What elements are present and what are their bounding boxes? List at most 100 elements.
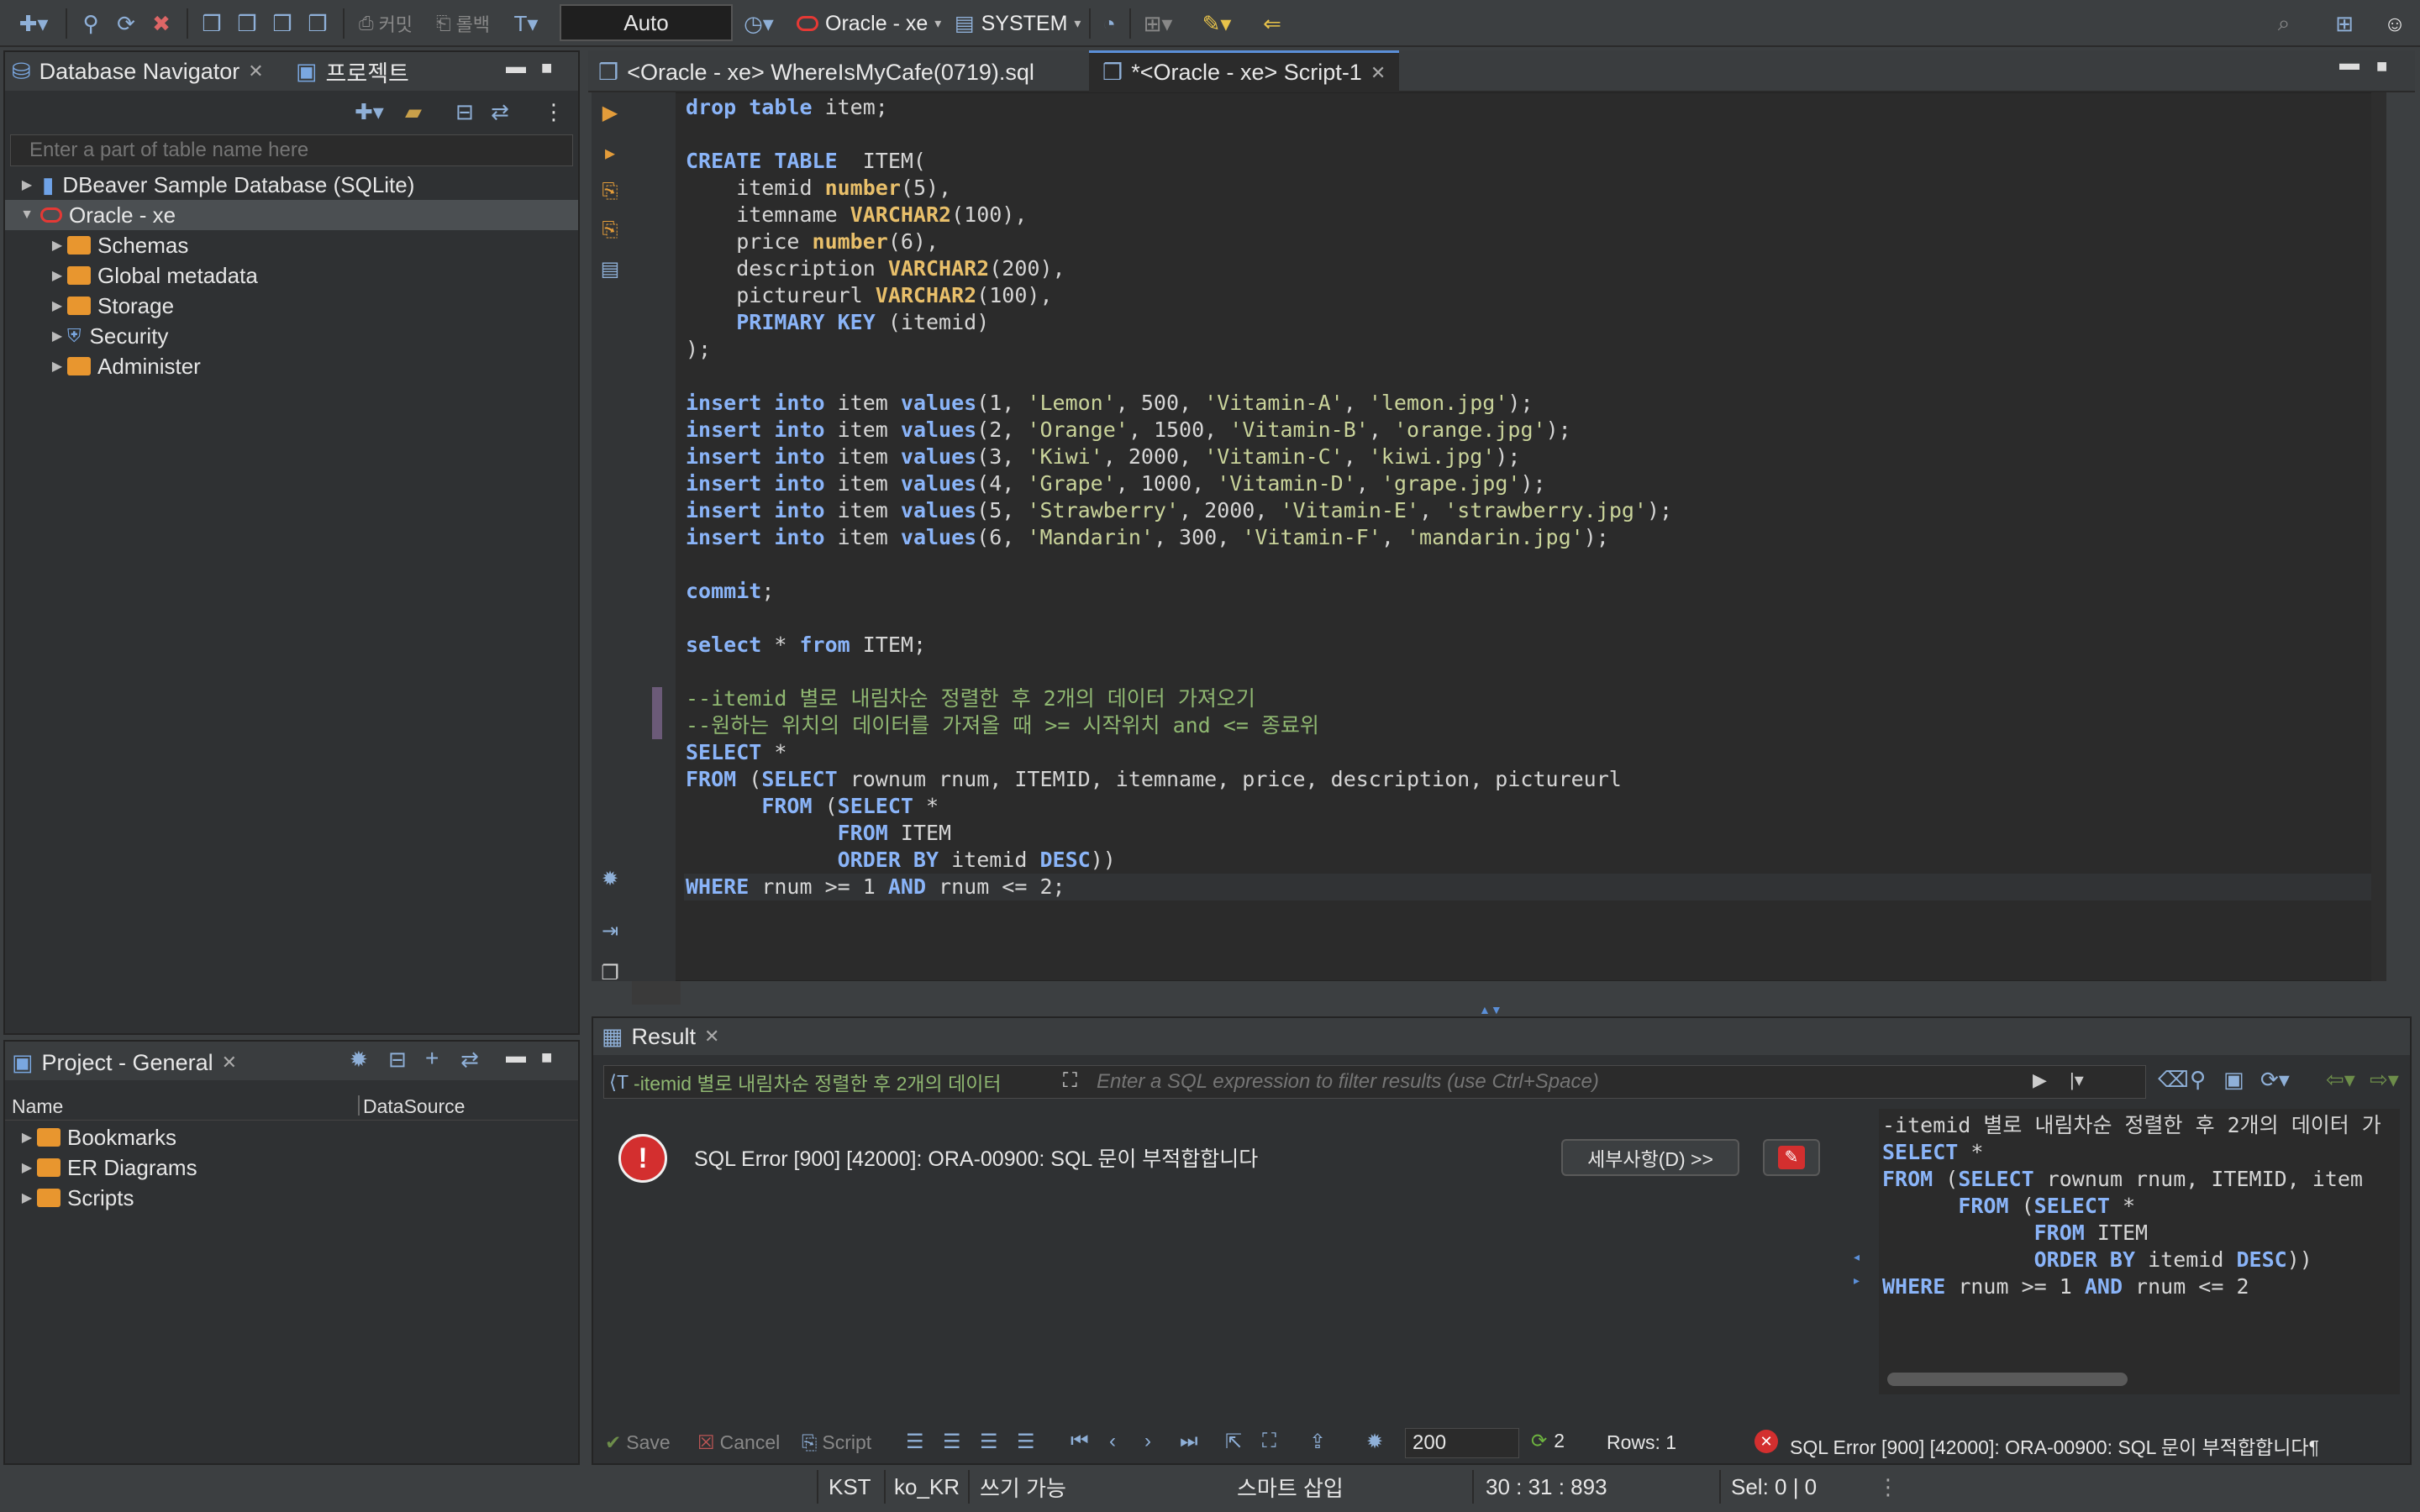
tree-item-oracle-xe[interactable]: ▼ Oracle - xe bbox=[5, 200, 578, 230]
close-icon[interactable]: ✕ bbox=[704, 1026, 719, 1047]
splitter-arrows-icon[interactable]: ◂ ▸ bbox=[1854, 1245, 1860, 1292]
rollback-button[interactable]: ⎗ 롤백 bbox=[429, 5, 497, 42]
new-connection-icon[interactable]: ✚▾ bbox=[10, 5, 57, 42]
expand-icon[interactable]: ▶ bbox=[17, 1189, 37, 1206]
active-schema-selector[interactable]: ▤ SYSTEM ▾ bbox=[955, 7, 1081, 40]
collapse-all-icon[interactable]: ⊟ bbox=[388, 1047, 407, 1073]
maximize-icon[interactable]: ■ bbox=[541, 1047, 552, 1068]
refresh-mode-icon[interactable]: ⟳▾ bbox=[2260, 1067, 2290, 1093]
delete-row-icon[interactable]: ☰ bbox=[1017, 1430, 1035, 1454]
tree-item-security[interactable]: ▶ ⛨ Security bbox=[47, 321, 169, 351]
script-button[interactable]: ⎘ Script bbox=[802, 1431, 871, 1454]
filter-icon[interactable]: ⚲ bbox=[2190, 1067, 2206, 1093]
minimize-icon[interactable]: ▬ bbox=[2339, 52, 2360, 76]
export-icon[interactable]: ⇪ bbox=[1309, 1430, 1326, 1454]
history-icon[interactable]: ◷▾ bbox=[738, 5, 780, 42]
edit-icon[interactable]: ✎▾ bbox=[1193, 5, 1240, 42]
recent-script-icon[interactable]: ❒ bbox=[301, 5, 334, 42]
minimize-icon[interactable]: ▬ bbox=[506, 55, 526, 79]
configure-icon[interactable]: ✹ bbox=[350, 1047, 368, 1073]
result-filter-input[interactable] bbox=[1097, 1068, 2029, 1096]
column-datasource[interactable]: DataSource bbox=[363, 1095, 465, 1118]
refresh-button[interactable]: ⟳ 2 bbox=[1531, 1430, 1565, 1452]
commit-button[interactable]: ⎙ 커밋 bbox=[351, 5, 420, 42]
execute-statement-icon[interactable]: ▶ bbox=[598, 101, 622, 124]
tree-item-bookmarks[interactable]: ▶ Bookmarks bbox=[17, 1122, 176, 1152]
link-editor-icon[interactable]: ⇄ bbox=[491, 99, 509, 125]
save-button[interactable]: ✔ Save bbox=[605, 1431, 671, 1454]
execute-script-new-tab-icon[interactable]: ⎘ bbox=[598, 218, 622, 242]
cancel-button[interactable]: ☒ Cancel bbox=[697, 1431, 780, 1454]
erase-filter-icon[interactable]: ⌫ bbox=[2158, 1067, 2189, 1093]
back-icon[interactable]: ⇦▾ bbox=[2326, 1067, 2355, 1093]
reconnect-icon[interactable]: ⟳ bbox=[109, 5, 143, 42]
preview-horizontal-scrollbar[interactable] bbox=[1887, 1373, 2128, 1386]
status-menu-icon[interactable]: ⋮ bbox=[1877, 1467, 1899, 1507]
dashboard-icon[interactable]: ◔ bbox=[1092, 5, 1126, 42]
fetch-next-icon[interactable]: ⇱ bbox=[1225, 1430, 1242, 1454]
maximize-icon[interactable]: ■ bbox=[541, 57, 552, 79]
tab-database-navigator[interactable]: ⛁ Database Navigator ✕ bbox=[12, 57, 264, 86]
connect-icon[interactable]: ⚲ bbox=[74, 5, 108, 42]
editor-vertical-scrollbar[interactable] bbox=[2371, 92, 2386, 981]
execute-script-icon[interactable]: ⎘ bbox=[598, 180, 622, 203]
close-icon[interactable]: ✕ bbox=[1370, 62, 1386, 84]
tab-script-1[interactable]: ❒ *<Oracle - xe> Script-1 ✕ bbox=[1089, 50, 1400, 92]
open-perspective-icon[interactable]: ⊞ bbox=[2328, 5, 2361, 42]
disconnect-icon[interactable]: ✖ bbox=[145, 5, 178, 42]
forward-icon[interactable]: ⇨▾ bbox=[2370, 1067, 2399, 1093]
sql-code[interactable]: drop table item; CREATE TABLE ITEM( item… bbox=[686, 94, 1672, 900]
close-icon[interactable]: ✕ bbox=[248, 60, 263, 82]
previous-page-icon[interactable]: ‹ bbox=[1109, 1430, 1116, 1453]
collapse-icon[interactable]: ▼ bbox=[17, 207, 37, 223]
expand-filter-icon[interactable]: ⛶ bbox=[1063, 1069, 1077, 1093]
tree-item-storage[interactable]: ▶ Storage bbox=[47, 291, 174, 321]
new-connection-icon[interactable]: ✚▾ bbox=[355, 99, 384, 125]
panel-splitter[interactable]: ▲▼ bbox=[1479, 1003, 1502, 1016]
column-name[interactable]: Name bbox=[12, 1095, 63, 1118]
copy-error-button[interactable]: ✎ bbox=[1763, 1139, 1820, 1176]
first-page-icon[interactable]: ⏮ bbox=[1071, 1430, 1089, 1453]
editor-horizontal-scrollbar[interactable] bbox=[632, 981, 681, 1005]
tree-item-scripts[interactable]: ▶ Scripts bbox=[17, 1183, 134, 1213]
view-menu-icon[interactable]: ⋮ bbox=[543, 99, 565, 125]
tree-item-global-metadata[interactable]: ▶ Global metadata bbox=[47, 260, 258, 291]
tools-icon[interactable]: ⊞▾ bbox=[1134, 5, 1181, 42]
minimize-icon[interactable]: ▬ bbox=[506, 1045, 526, 1068]
active-connection-selector[interactable]: Oracle - xe ▾ bbox=[797, 7, 941, 40]
maximize-icon[interactable]: ■ bbox=[2376, 55, 2387, 77]
query-chip[interactable]: ⟨T -itemid 별로 내림차순 정렬한 후 2개의 데이터 bbox=[604, 1066, 1058, 1098]
export-icon[interactable]: ⇥ bbox=[598, 919, 622, 942]
explain-plan-icon[interactable]: ▤ bbox=[598, 257, 622, 281]
execute-statement-new-tab-icon[interactable]: ▸ bbox=[598, 141, 622, 165]
table-filter-input[interactable] bbox=[10, 134, 573, 166]
settings-icon[interactable]: ✹ bbox=[1366, 1430, 1383, 1454]
transaction-mode-icon[interactable]: T▾ bbox=[504, 5, 548, 42]
panels-icon[interactable]: ▣ bbox=[2223, 1067, 2244, 1093]
filter-history-icon[interactable]: |▾ bbox=[2070, 1069, 2084, 1091]
link-editor-icon[interactable]: ⇄ bbox=[460, 1047, 479, 1073]
search-icon[interactable]: ⌕ bbox=[2267, 5, 2301, 42]
settings-icon[interactable]: ✹ bbox=[598, 867, 622, 890]
fetch-all-icon[interactable]: ⛶ bbox=[1262, 1430, 1276, 1453]
expand-icon[interactable]: ▶ bbox=[17, 1129, 37, 1146]
tree-item-sample-database[interactable]: ▶ ▮ DBeaver Sample Database (SQLite) bbox=[17, 170, 415, 200]
last-page-icon[interactable]: ⏭ bbox=[1180, 1430, 1198, 1453]
add-icon[interactable]: + bbox=[425, 1045, 439, 1072]
error-sql-preview[interactable]: -itemid 별로 내림차순 정렬한 후 2개의 데이터 가 SELECT *… bbox=[1879, 1109, 2400, 1394]
sql-editor-icon[interactable]: ❒ bbox=[195, 5, 229, 42]
tab-projects[interactable]: ▣ 프로젝트 bbox=[296, 57, 409, 87]
tree-item-administer[interactable]: ▶ Administer bbox=[47, 351, 201, 381]
navigate-back-icon[interactable]: ⇐ bbox=[1255, 5, 1289, 42]
new-script-icon[interactable]: ❒ bbox=[230, 5, 264, 42]
dbeaver-perspective-icon[interactable]: ☺ bbox=[2376, 5, 2413, 42]
copy-row-icon[interactable]: ☰ bbox=[980, 1430, 998, 1454]
edit-row-icon[interactable]: ☰ bbox=[906, 1430, 924, 1454]
expand-icon[interactable]: ▶ bbox=[17, 1159, 37, 1176]
expand-icon[interactable]: ▶ bbox=[17, 176, 37, 193]
new-folder-icon[interactable]: ▰ bbox=[405, 99, 422, 125]
open-script-icon[interactable]: ❒ bbox=[266, 5, 299, 42]
add-row-icon[interactable]: ☰ bbox=[943, 1430, 961, 1454]
collapse-all-icon[interactable]: ⊟ bbox=[455, 99, 474, 125]
expand-icon[interactable]: ▶ bbox=[47, 328, 67, 344]
